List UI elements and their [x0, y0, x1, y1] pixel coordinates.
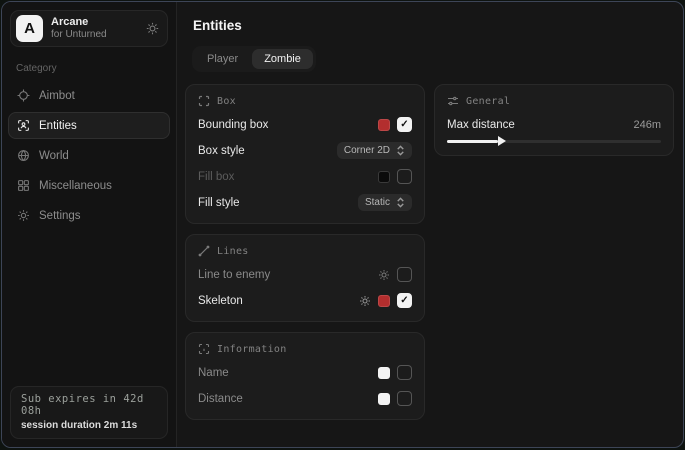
line-to-enemy-row: Line to enemy — [198, 266, 412, 283]
crosshair-icon — [17, 89, 30, 102]
distance-row: Distance — [198, 390, 412, 407]
slider-thumb[interactable] — [498, 136, 506, 146]
sidebar-item-label: Miscellaneous — [39, 180, 112, 192]
box-card-title: Box — [217, 96, 236, 107]
name-label: Name — [198, 367, 229, 379]
fill-box-row: Fill box — [198, 168, 412, 185]
gear-icon — [17, 209, 30, 222]
entity-scan-icon — [17, 119, 30, 132]
page-title: Entities — [193, 18, 674, 33]
fill-style-row: Fill style Static — [198, 194, 412, 211]
sidebar-item-world[interactable]: World — [8, 142, 170, 169]
sidebar-item-settings[interactable]: Settings — [8, 202, 170, 229]
globe-icon — [17, 149, 30, 162]
chevron-up-down-icon — [396, 145, 405, 156]
fill-style-label: Fill style — [198, 197, 240, 209]
max-distance-slider-fill — [447, 140, 498, 143]
max-distance-label: Max distance — [447, 119, 515, 131]
sidebar-item-entities[interactable]: Entities — [8, 112, 170, 139]
box-style-label: Box style — [198, 145, 245, 157]
box-style-row: Box style Corner 2D — [198, 142, 412, 159]
name-checkbox[interactable] — [397, 365, 412, 380]
tab-zombie[interactable]: Zombie — [252, 49, 313, 69]
subscription-card: Sub expires in 42d 08h session duration … — [10, 386, 168, 439]
distance-label: Distance — [198, 393, 243, 405]
main-panel: Entities Player Zombie Box — [177, 2, 684, 447]
category-label: Category — [16, 63, 176, 74]
max-distance-row: Max distance 246m — [447, 117, 661, 132]
app-logo: A — [16, 15, 43, 42]
app-subtitle: for Unturned — [51, 29, 138, 41]
app-title-block: Arcane for Unturned — [51, 16, 138, 40]
general-card-title: General — [466, 96, 510, 107]
lines-card: Lines Line to enemy — [185, 234, 425, 322]
box-card-header: Box — [198, 95, 412, 107]
skeleton-color-swatch[interactable] — [378, 295, 390, 307]
sidebar-item-label: Aimbot — [39, 90, 75, 102]
sidebar-item-label: Entities — [39, 120, 77, 132]
sliders-icon — [447, 95, 459, 107]
lines-card-title: Lines — [217, 246, 249, 257]
bounding-box-row: Bounding box — [198, 116, 412, 133]
line-to-enemy-label: Line to enemy — [198, 269, 270, 281]
skeleton-checkbox[interactable] — [397, 293, 412, 308]
app-name: Arcane — [51, 16, 138, 29]
lines-card-header: Lines — [198, 245, 412, 257]
tab-player[interactable]: Player — [195, 49, 250, 69]
skeleton-row: Skeleton — [198, 292, 412, 309]
sidebar-item-miscellaneous[interactable]: Miscellaneous — [8, 172, 170, 199]
distance-checkbox[interactable] — [397, 391, 412, 406]
app-logo-card: A Arcane for Unturned — [10, 10, 168, 47]
general-card: General Max distance 246m — [434, 84, 674, 156]
information-card-title: Information — [217, 344, 287, 355]
bounding-box-color-swatch[interactable] — [378, 119, 390, 131]
general-card-header: General — [447, 95, 661, 107]
max-distance-slider[interactable] — [447, 140, 661, 143]
distance-color-swatch[interactable] — [378, 393, 390, 405]
sidebar-item-label: World — [39, 150, 69, 162]
bounding-box-checkbox[interactable] — [397, 117, 412, 132]
session-duration: session duration 2m 11s — [21, 420, 157, 431]
app-window: A Arcane for Unturned Category A — [1, 1, 684, 448]
box-corners-icon — [198, 95, 210, 107]
info-scan-icon — [198, 343, 210, 355]
diagonal-line-icon — [198, 245, 210, 257]
settings-gear-icon[interactable] — [146, 22, 159, 35]
information-card-header: Information — [198, 343, 412, 355]
grid-icon — [17, 179, 30, 192]
max-distance-value: 246m — [633, 119, 661, 131]
box-style-value: Corner 2D — [344, 145, 390, 156]
box-card: Box Bounding box Box style Corne — [185, 84, 425, 224]
skeleton-label: Skeleton — [198, 295, 243, 307]
fill-style-value: Static — [365, 197, 390, 208]
sidebar-item-label: Settings — [39, 210, 81, 222]
line-settings-gear-icon[interactable] — [378, 269, 390, 281]
chevron-up-down-icon — [396, 197, 405, 208]
subscription-expiry: Sub expires in 42d 08h — [21, 393, 157, 417]
box-style-dropdown[interactable]: Corner 2D — [337, 142, 412, 159]
name-color-swatch[interactable] — [378, 367, 390, 379]
line-to-enemy-checkbox[interactable] — [397, 267, 412, 282]
fill-box-label: Fill box — [198, 171, 234, 183]
skeleton-settings-gear-icon[interactable] — [359, 295, 371, 307]
information-card: Information Name Distance — [185, 332, 425, 420]
fill-style-dropdown[interactable]: Static — [358, 194, 412, 211]
sidebar-item-aimbot[interactable]: Aimbot — [8, 82, 170, 109]
fill-box-color-swatch[interactable] — [378, 171, 390, 183]
entity-tabs: Player Zombie — [192, 46, 316, 72]
sidebar-nav: Aimbot Entities World — [2, 82, 176, 229]
sidebar: A Arcane for Unturned Category A — [2, 2, 177, 447]
bounding-box-label: Bounding box — [198, 119, 268, 131]
name-row: Name — [198, 364, 412, 381]
fill-box-checkbox[interactable] — [397, 169, 412, 184]
